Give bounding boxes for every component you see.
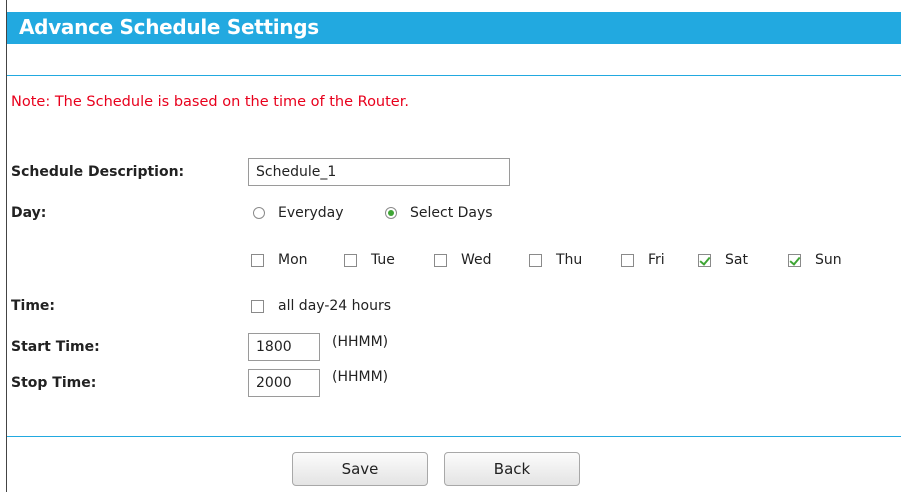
everyday-label: Everyday — [278, 205, 344, 221]
divider-top — [7, 75, 901, 76]
wed-label: Wed — [461, 252, 492, 268]
allday-checkbox-option[interactable]: all day-24 hours — [251, 298, 391, 314]
everyday-radio-option[interactable]: Everyday — [253, 205, 344, 221]
day-label: Day: — [11, 205, 47, 221]
wed-checkbox[interactable] — [434, 253, 447, 267]
tue-checkbox[interactable] — [344, 253, 357, 267]
mon-label: Mon — [278, 252, 308, 268]
fri-checkbox[interactable] — [621, 253, 634, 267]
description-label: Schedule Description: — [11, 164, 185, 180]
day-checkbox-sun[interactable]: Sun — [788, 252, 842, 268]
fri-label: Fri — [648, 252, 665, 268]
back-button[interactable]: Back — [444, 452, 580, 486]
title-bar: Advance Schedule Settings — [7, 12, 901, 44]
thu-label: Thu — [556, 252, 583, 268]
schedule-note: Note: The Schedule is based on the time … — [11, 94, 409, 110]
mon-checkbox[interactable] — [251, 253, 264, 267]
stop-time-label: Stop Time: — [11, 375, 97, 391]
sun-label: Sun — [815, 252, 842, 268]
settings-panel: Advance Schedule Settings Note: The Sche… — [6, 0, 901, 492]
time-label: Time: — [11, 298, 56, 314]
sun-checkbox[interactable] — [788, 253, 801, 267]
description-input[interactable]: Schedule_1 — [248, 158, 510, 186]
select-days-label: Select Days — [410, 205, 493, 221]
divider-bottom — [7, 436, 901, 437]
sat-checkbox[interactable] — [698, 253, 711, 267]
stop-time-input[interactable]: 2000 — [248, 369, 320, 397]
day-checkbox-tue[interactable]: Tue — [344, 252, 395, 268]
everyday-radio[interactable] — [253, 207, 265, 219]
start-time-input[interactable]: 1800 — [248, 333, 320, 361]
stop-time-format-hint: (HHMM) — [332, 369, 389, 385]
select-days-radio-option[interactable]: Select Days — [385, 205, 493, 221]
allday-label: all day-24 hours — [278, 298, 391, 314]
start-time-label: Start Time: — [11, 339, 100, 355]
day-checkbox-wed[interactable]: Wed — [434, 252, 492, 268]
page-title: Advance Schedule Settings — [19, 15, 319, 39]
day-checkbox-fri[interactable]: Fri — [621, 252, 665, 268]
select-days-radio[interactable] — [385, 207, 397, 219]
thu-checkbox[interactable] — [529, 253, 542, 267]
tue-label: Tue — [371, 252, 395, 268]
sat-label: Sat — [725, 252, 748, 268]
start-time-format-hint: (HHMM) — [332, 334, 389, 350]
day-checkbox-sat[interactable]: Sat — [698, 252, 748, 268]
save-button[interactable]: Save — [292, 452, 428, 486]
day-checkbox-mon[interactable]: Mon — [251, 252, 308, 268]
allday-checkbox[interactable] — [251, 299, 264, 313]
day-checkbox-thu[interactable]: Thu — [529, 252, 582, 268]
